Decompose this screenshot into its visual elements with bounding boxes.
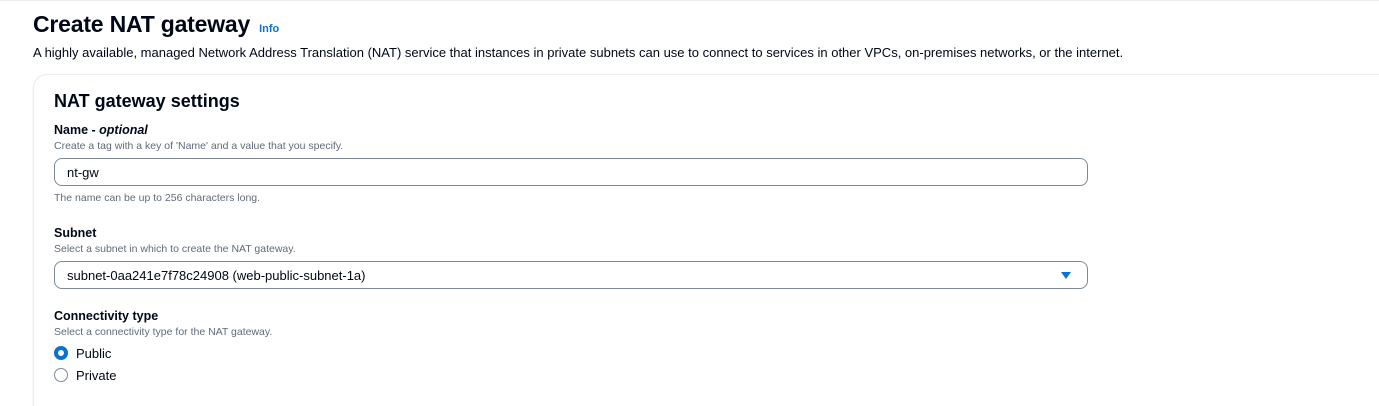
connectivity-type-label: Connectivity type: [54, 309, 159, 323]
radio-option-private[interactable]: Private: [54, 364, 1088, 386]
connectivity-type-description: Select a connectivity type for the NAT g…: [54, 326, 273, 338]
radio-checked-icon[interactable]: [54, 346, 68, 360]
radio-label-public: Public: [76, 345, 112, 361]
title-row: Create NAT gateway Info: [33, 11, 1379, 38]
name-input[interactable]: [54, 158, 1088, 186]
section-title: NAT gateway settings: [54, 91, 240, 111]
name-label: Name - optional: [54, 123, 1088, 138]
page-header: Create NAT gateway Info A highly availab…: [33, 11, 1379, 60]
name-field: Name - optional Create a tag with a key …: [54, 123, 1088, 204]
connectivity-radio-group: Public Private: [54, 342, 1088, 386]
page: Create NAT gateway Info A highly availab…: [0, 0, 1379, 406]
name-constraint-text: The name can be up to 256 characters lon…: [54, 192, 261, 204]
page-description: A highly available, managed Network Addr…: [33, 45, 1124, 60]
radio-unchecked-icon[interactable]: [54, 368, 68, 382]
info-link[interactable]: Info: [259, 23, 279, 35]
subnet-selected-value: subnet-0aa241e7f78c24908 (web-public-sub…: [67, 267, 366, 283]
subnet-field: Subnet Select a subnet in which to creat…: [54, 226, 1088, 289]
name-description: Create a tag with a key of 'Name' and a …: [54, 140, 344, 152]
caret-down-icon: [1061, 271, 1071, 279]
connectivity-type-field: Connectivity type Select a connectivity …: [54, 309, 1088, 386]
nat-gateway-settings-container: NAT gateway settings Name - optional Cre…: [33, 74, 1379, 406]
radio-option-public[interactable]: Public: [54, 342, 1088, 364]
name-label-text: Name -: [54, 123, 100, 137]
subnet-label: Subnet: [54, 226, 97, 240]
optional-tag: optional: [99, 123, 148, 137]
subnet-select[interactable]: subnet-0aa241e7f78c24908 (web-public-sub…: [54, 261, 1088, 289]
radio-label-private: Private: [76, 367, 117, 383]
page-title: Create NAT gateway: [33, 11, 251, 37]
subnet-description: Select a subnet in which to create the N…: [54, 243, 296, 255]
